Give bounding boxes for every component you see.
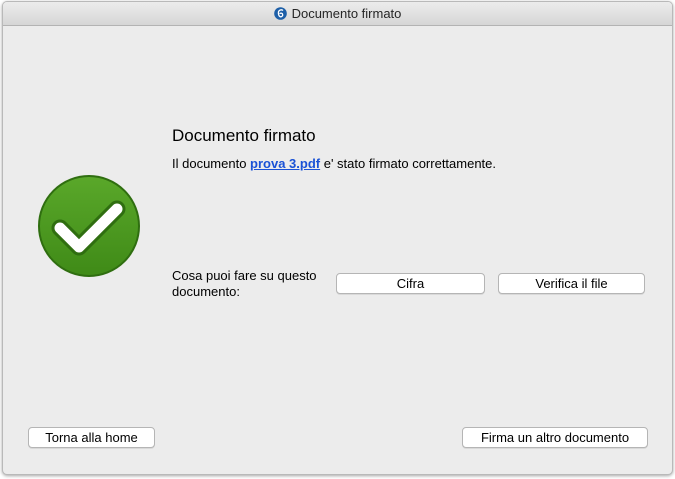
- file-link[interactable]: prova 3.pdf: [250, 156, 320, 171]
- window-title: Documento firmato: [291, 6, 402, 21]
- encrypt-button[interactable]: Cifra: [336, 273, 485, 294]
- verify-file-button[interactable]: Verifica il file: [498, 273, 645, 294]
- back-home-button[interactable]: Torna alla home: [28, 427, 155, 448]
- app-logo-icon: [273, 7, 287, 20]
- checkmark-success-icon: [38, 175, 140, 277]
- title-group: Documento firmato: [273, 6, 402, 21]
- page-title: Documento firmato: [172, 126, 316, 145]
- status-message: Il documento prova 3.pdf e' stato firmat…: [172, 156, 496, 171]
- sign-another-button[interactable]: Firma un altro documento: [462, 427, 648, 448]
- title-bar[interactable]: Documento firmato: [3, 2, 672, 26]
- message-suffix: e' stato firmato correttamente.: [320, 156, 497, 171]
- message-prefix: Il documento: [172, 156, 251, 171]
- dialog-window: Documento firmato Documento firmato Il d…: [2, 1, 673, 475]
- actions-prompt: Cosa puoi fare su questo documento:: [172, 268, 317, 299]
